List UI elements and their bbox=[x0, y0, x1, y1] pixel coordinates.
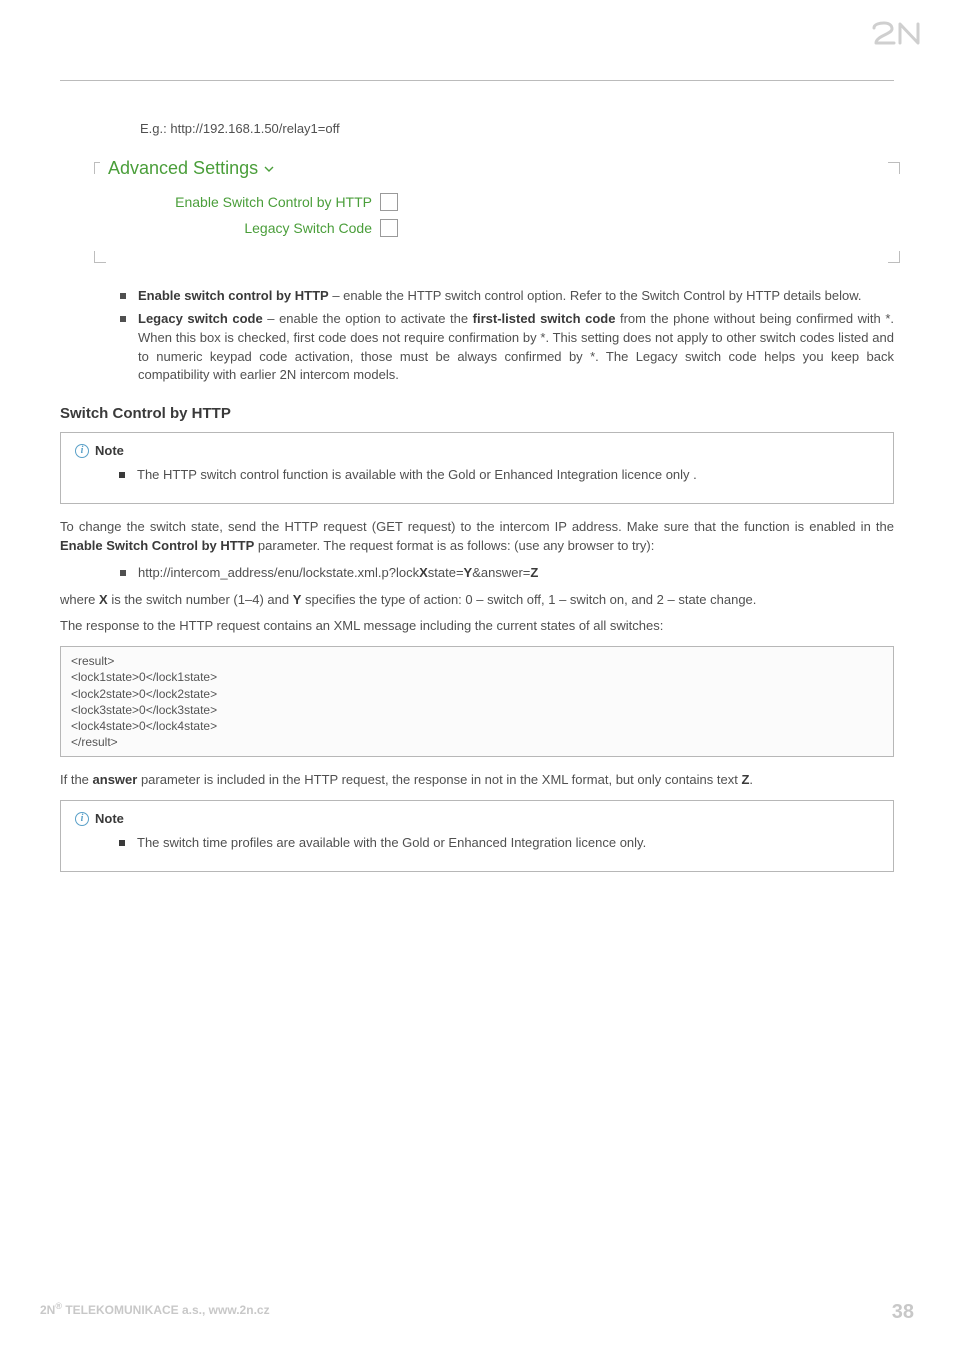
note-title: Note bbox=[95, 443, 124, 458]
bullet-text: – enable the HTTP switch control option.… bbox=[329, 288, 862, 303]
page-footer: 2N® TELEKOMUNIKACE a.s., www.2n.cz 38 bbox=[40, 1301, 914, 1324]
corner-decoration bbox=[888, 162, 900, 174]
example-url-text: E.g.: http://192.168.1.50/relay1=off bbox=[140, 121, 894, 136]
code-line: <lock3state>0</lock3state> bbox=[71, 702, 883, 718]
footer-registered: ® bbox=[55, 1301, 62, 1311]
header-divider bbox=[60, 80, 894, 81]
code-line: </result> bbox=[71, 734, 883, 750]
corner-decoration bbox=[888, 251, 900, 263]
advanced-settings-toggle[interactable]: Advanced Settings bbox=[100, 154, 282, 185]
info-icon: i bbox=[75, 444, 89, 458]
info-icon: i bbox=[75, 812, 89, 826]
text-span: is the switch number (1–4) and bbox=[108, 592, 293, 607]
feature-bullet-list: Enable switch control by HTTP – enable t… bbox=[120, 287, 894, 385]
note-list: The switch time profiles are available w… bbox=[119, 834, 879, 853]
list-item: http://intercom_address/enu/lockstate.xm… bbox=[120, 564, 894, 583]
text-span: If the bbox=[60, 772, 93, 787]
setting-label: Enable Switch Control by HTTP bbox=[100, 194, 380, 210]
note-list: The HTTP switch control function is avai… bbox=[119, 466, 879, 485]
url-bullet-list: http://intercom_address/enu/lockstate.xm… bbox=[120, 564, 894, 583]
list-item: Enable switch control by HTTP – enable t… bbox=[120, 287, 894, 306]
note-title-row: i Note bbox=[75, 811, 879, 826]
text-bold: X bbox=[99, 592, 108, 607]
chevron-down-icon bbox=[264, 162, 274, 176]
note-text: The switch time profiles are available w… bbox=[137, 834, 879, 853]
enable-http-checkbox[interactable] bbox=[380, 193, 398, 211]
note-box: i Note The HTTP switch control function … bbox=[60, 432, 894, 504]
text-span: parameter is included in the HTTP reques… bbox=[137, 772, 741, 787]
advanced-settings-panel: Advanced Settings Enable Switch Control … bbox=[100, 154, 894, 259]
code-line: <lock4state>0</lock4state> bbox=[71, 718, 883, 734]
corner-decoration bbox=[94, 251, 106, 263]
footer-brand: 2N bbox=[40, 1303, 55, 1317]
url-variable: Z bbox=[530, 565, 538, 580]
list-item: Legacy switch code – enable the option t… bbox=[120, 310, 894, 385]
code-line: <lock2state>0</lock2state> bbox=[71, 686, 883, 702]
legacy-switch-code-checkbox[interactable] bbox=[380, 219, 398, 237]
bullet-lead: Enable switch control by HTTP bbox=[138, 288, 329, 303]
body-paragraph: To change the switch state, send the HTT… bbox=[60, 518, 894, 556]
url-variable: Y bbox=[464, 565, 473, 580]
note-title: Note bbox=[95, 811, 124, 826]
text-bold: answer bbox=[93, 772, 138, 787]
list-item: The switch time profiles are available w… bbox=[119, 834, 879, 853]
text-span: where bbox=[60, 592, 99, 607]
url-variable: X bbox=[419, 565, 428, 580]
text-bold: Enable Switch Control by HTTP bbox=[60, 538, 254, 553]
list-item: The HTTP switch control function is avai… bbox=[119, 466, 879, 485]
section-heading: Switch Control by HTTP bbox=[60, 405, 894, 422]
text-span: . bbox=[749, 772, 753, 787]
body-paragraph: The response to the HTTP request contain… bbox=[60, 617, 894, 636]
body-paragraph: where X is the switch number (1–4) and Y… bbox=[60, 591, 894, 610]
text-span: To change the switch state, send the HTT… bbox=[60, 519, 894, 534]
text-span: specifies the type of action: 0 – switch… bbox=[301, 592, 756, 607]
url-part: http://intercom_address/enu/lockstate.xm… bbox=[138, 565, 419, 580]
bullet-mid-bold: first-listed switch code bbox=[473, 311, 616, 326]
advanced-settings-title: Advanced Settings bbox=[108, 158, 258, 179]
setting-label: Legacy Switch Code bbox=[100, 220, 380, 236]
setting-row: Legacy Switch Code bbox=[100, 219, 894, 237]
footer-left: 2N® TELEKOMUNIKACE a.s., www.2n.cz bbox=[40, 1301, 270, 1324]
note-text: The HTTP switch control function is avai… bbox=[137, 467, 697, 482]
text-span: parameter. The request format is as foll… bbox=[254, 538, 654, 553]
url-part: &answer= bbox=[472, 565, 530, 580]
note-title-row: i Note bbox=[75, 443, 879, 458]
page-number: 38 bbox=[892, 1301, 914, 1324]
body-paragraph: If the answer parameter is included in t… bbox=[60, 771, 894, 790]
setting-row: Enable Switch Control by HTTP bbox=[100, 193, 894, 211]
footer-company: TELEKOMUNIKACE a.s., www.2n.cz bbox=[62, 1303, 270, 1317]
bullet-lead: Legacy switch code bbox=[138, 311, 263, 326]
code-line: <lock1state>0</lock1state> bbox=[71, 669, 883, 685]
url-part: state= bbox=[428, 565, 464, 580]
code-line: <result> bbox=[71, 653, 883, 669]
code-block: <result> <lock1state>0</lock1state> <loc… bbox=[60, 646, 894, 757]
note-box: i Note The switch time profiles are avai… bbox=[60, 800, 894, 872]
bullet-text: – enable the option to activate the bbox=[263, 311, 473, 326]
brand-logo bbox=[870, 20, 924, 51]
